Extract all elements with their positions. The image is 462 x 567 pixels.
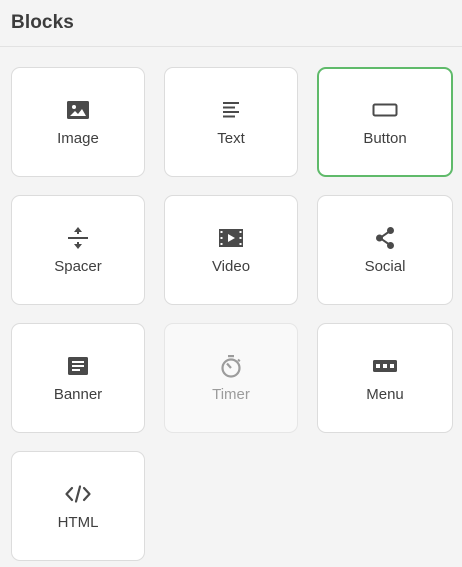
blocks-grid: Image Text Button Spacer Video Social Ba… [11, 67, 453, 561]
text-icon [218, 98, 244, 122]
spacer-icon [65, 226, 91, 250]
banner-icon [65, 354, 91, 378]
button-icon [372, 98, 398, 122]
image-icon [65, 98, 91, 122]
block-text[interactable]: Text [164, 67, 298, 177]
block-label: Menu [366, 385, 404, 403]
block-label: Image [57, 129, 99, 147]
block-html[interactable]: HTML [11, 451, 145, 561]
block-label: HTML [57, 513, 99, 531]
block-image[interactable]: Image [11, 67, 145, 177]
block-label: Video [211, 257, 251, 275]
video-icon [218, 226, 244, 250]
timer-icon [218, 354, 244, 378]
block-banner[interactable]: Banner [11, 323, 145, 433]
panel-title: Blocks [11, 12, 74, 33]
block-label: Social [364, 257, 406, 275]
block-label: Text [217, 129, 245, 147]
block-video[interactable]: Video [164, 195, 298, 305]
block-label: Banner [53, 385, 103, 403]
block-label: Spacer [54, 257, 102, 275]
block-spacer[interactable]: Spacer [11, 195, 145, 305]
block-timer[interactable]: Timer [164, 323, 298, 433]
menu-icon [372, 354, 398, 378]
panel-header: Blocks [0, 0, 462, 47]
share-icon [372, 226, 398, 250]
block-button[interactable]: Button [317, 67, 453, 177]
block-menu[interactable]: Menu [317, 323, 453, 433]
block-label: Button [363, 129, 407, 147]
block-label: Timer [212, 385, 250, 403]
block-social[interactable]: Social [317, 195, 453, 305]
code-icon [65, 482, 91, 506]
